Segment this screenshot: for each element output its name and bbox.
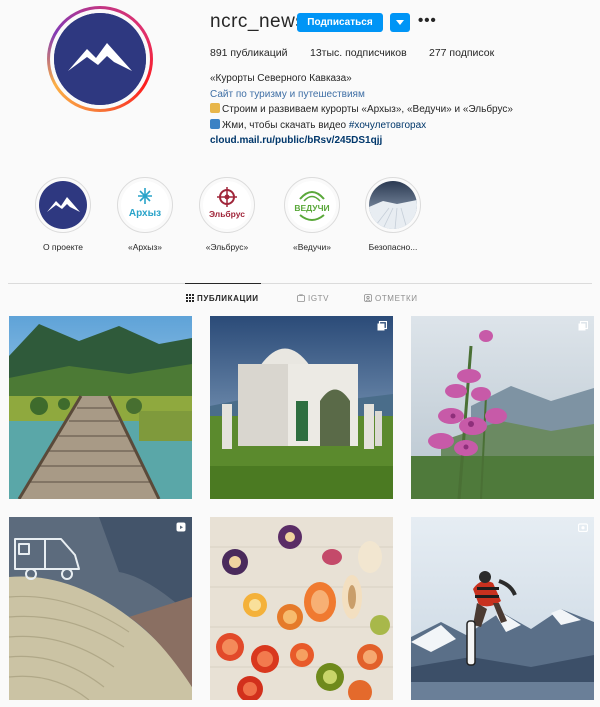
mountain-logo-icon [39,181,87,229]
highlight-elbrus[interactable]: Эльбрус «Эльбрус» [192,177,262,252]
bio-line-2-text: Жми, чтобы скачать видео [222,119,349,131]
mountain-logo-icon [54,13,146,105]
more-options-icon[interactable]: ••• [418,12,437,29]
grid-icon [186,294,194,302]
bridge-photo [9,316,192,499]
post-tile[interactable] [9,316,192,499]
tab-igtv[interactable]: IGTV [297,293,330,303]
chapel-photo [210,316,393,499]
highlight-ring: Эльбрус [199,177,255,233]
flowers-photo [411,316,594,499]
tab-label: ОТМЕТКИ [375,294,418,303]
post-tile[interactable] [9,517,192,700]
carousel-icon [377,321,387,331]
post-tile[interactable] [210,517,393,700]
tab-label: ПУБЛИКАЦИИ [197,294,259,303]
carousel-icon [578,321,588,331]
bio-category: Сайт по туризму и путешествиям [210,88,365,100]
tab-label: IGTV [308,294,330,303]
follow-button[interactable]: Подписаться [297,13,383,32]
post-tile[interactable] [411,316,594,499]
arkhyz-logo-text: Архыз [129,208,161,219]
highlight-label: О проекте [42,242,84,252]
bio-link[interactable]: cloud.mail.ru/public/bRsv/245DS1qjj [210,133,513,149]
elbrus-logo-text: Эльбрус [209,209,245,219]
highlight-label: «Ведучи» [292,242,332,252]
reel-icon [176,522,186,532]
highlight-about[interactable]: О проекте [28,177,98,252]
highlight-ring: Архыз [117,177,173,233]
snowboarder-photo [411,517,594,700]
profile-avatar[interactable] [47,6,153,112]
tabs-divider [8,283,592,284]
dried-fruit-photo [210,517,393,700]
elbrus-logo-icon: Эльбрус [203,181,251,229]
profile-username: ncrc_news [210,11,306,32]
highlight-ring: ВЕДУЧИ [284,177,340,233]
suggestions-dropdown-button[interactable] [390,13,410,32]
avatar-inner [50,9,150,109]
construction-emoji-icon [210,103,220,113]
posts-count[interactable]: 891 публикаций [210,47,287,59]
highlight-label: «Архыз» [127,242,162,252]
tagged-icon [364,294,372,302]
following-count[interactable]: 277 подписок [429,47,494,59]
highlight-ring [365,177,421,233]
post-tile[interactable] [411,517,594,700]
arkhyz-logo-icon: Архыз [121,181,169,229]
igtv-icon [578,523,588,532]
highlight-veduchi[interactable]: ВЕДУЧИ «Ведучи» [277,177,347,252]
snow-landscape-icon [369,181,417,229]
highlight-arkhyz[interactable]: Архыз «Архыз» [110,177,180,252]
highlight-label: Безопасно... [368,242,418,252]
tab-tagged[interactable]: ОТМЕТКИ [364,294,418,303]
highlight-safety[interactable]: Безопасно... [358,177,428,252]
veduchi-logo-icon: ВЕДУЧИ [288,181,336,229]
bio-line-1-text: Строим и развиваем курорты «Архыз», «Вед… [222,104,513,115]
highlight-label: «Эльбрус» [205,242,249,252]
bio-name: «Курорты Северного Кавказа» [210,73,352,84]
profile-bio: «Курорты Северного Кавказа» Сайт по тури… [210,71,513,149]
highlight-ring [35,177,91,233]
bio-line-1: Строим и развиваем курорты «Архыз», «Вед… [210,102,513,118]
bio-hashtag[interactable]: #хочулетовгорах [349,120,426,131]
post-tile[interactable] [210,316,393,499]
knit-blanket-photo [9,517,192,700]
active-tab-indicator [185,283,261,284]
igtv-icon [297,293,305,302]
veduchi-logo-text: ВЕДУЧИ [294,203,329,213]
info-emoji-icon [210,118,220,129]
bio-line-2: Жми, чтобы скачать видео #хочулетовгорах [210,118,513,134]
tab-posts[interactable]: ПУБЛИКАЦИИ [186,294,259,303]
followers-count[interactable]: 13тыс. подписчиков [310,47,407,59]
